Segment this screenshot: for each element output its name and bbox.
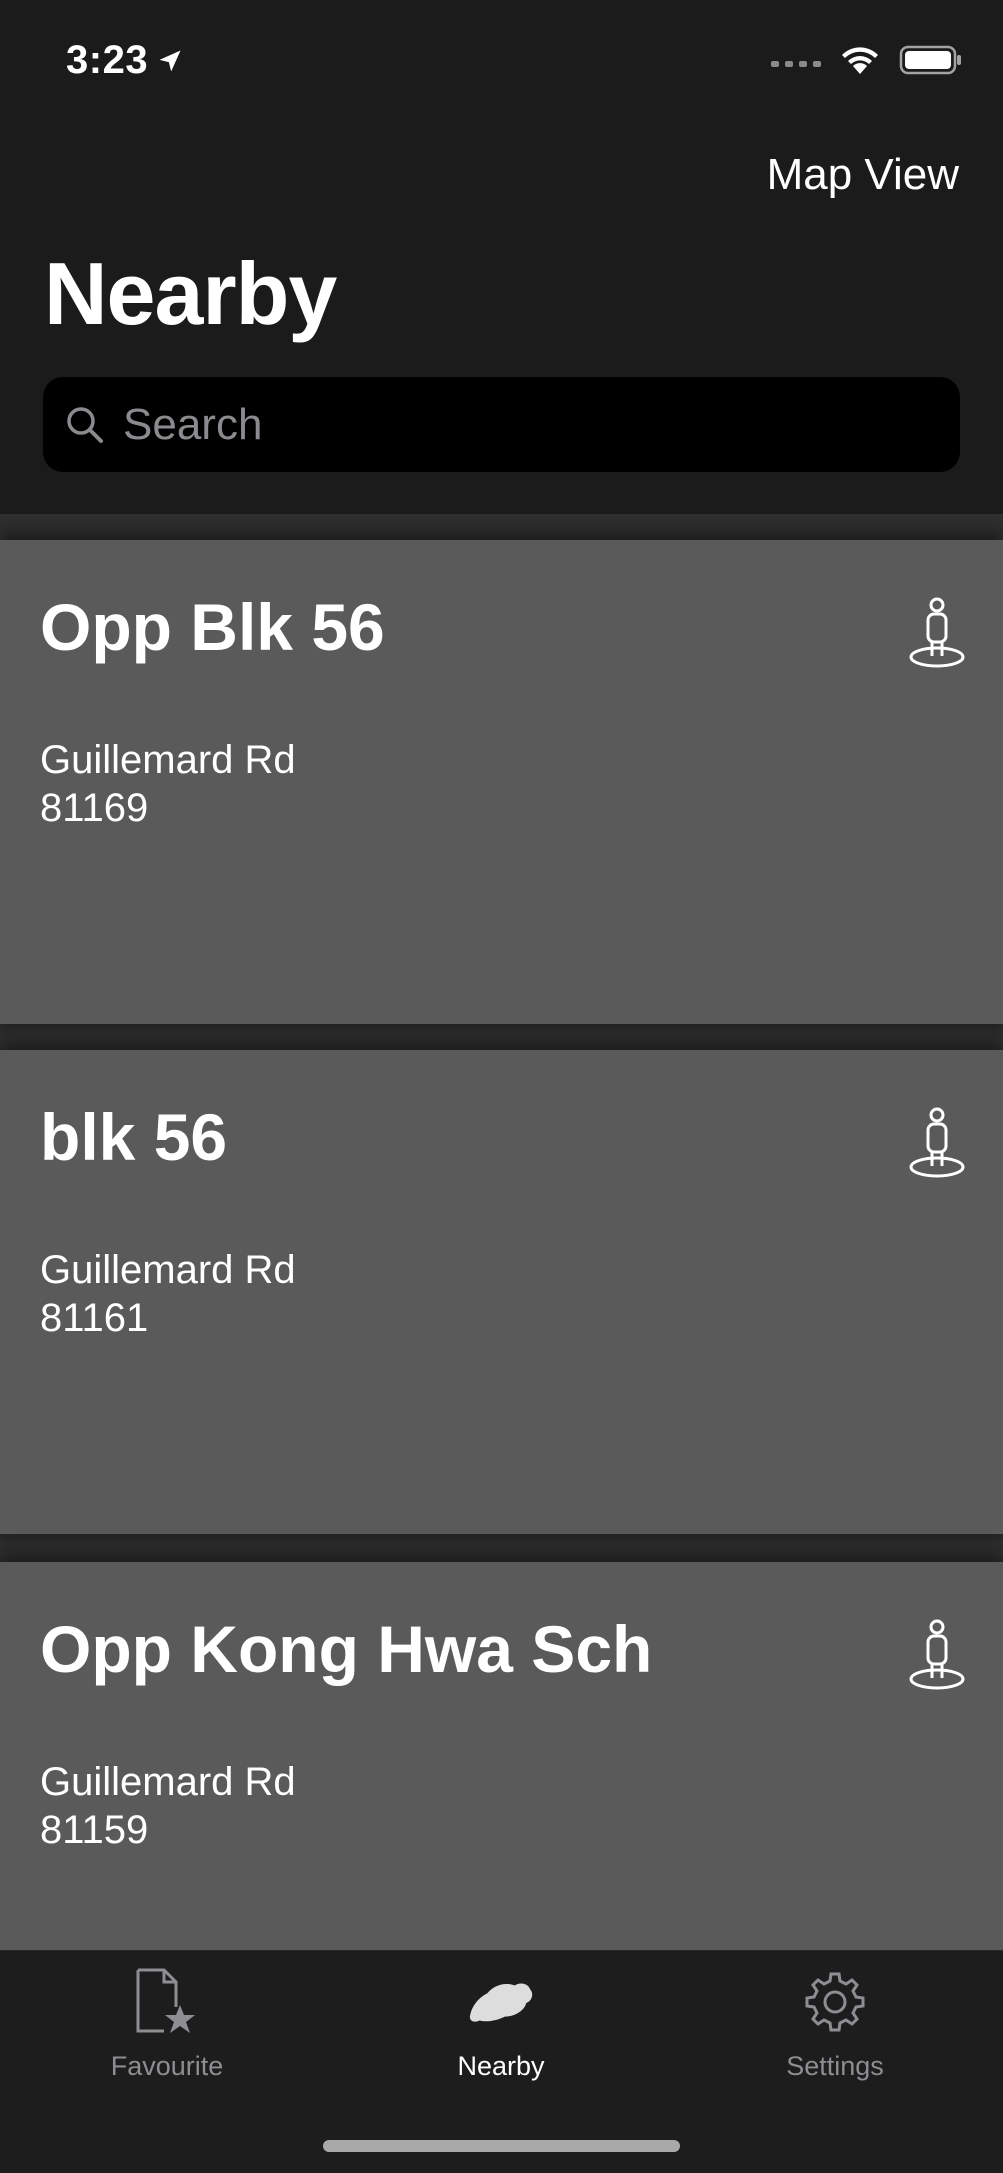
map-island-icon: [466, 1967, 536, 2037]
wifi-icon: [842, 47, 878, 74]
stop-card[interactable]: blk 56 Guillemard Rd 81161: [0, 1050, 1003, 1534]
status-bar: 3:23: [0, 0, 1003, 120]
search-placeholder: Search: [123, 399, 263, 449]
status-indicators: [771, 44, 963, 76]
walking-person-icon[interactable]: [907, 1106, 967, 1180]
stop-code: 81169: [40, 786, 149, 830]
status-time: 3:23: [66, 38, 149, 82]
tab-label: Favourite: [110, 2051, 224, 2081]
stop-card[interactable]: Opp Blk 56 Guillemard Rd 81169: [0, 540, 1003, 1024]
tab-settings[interactable]: Settings: [715, 1967, 955, 2097]
search-icon: [63, 403, 107, 447]
nearby-stops-list[interactable]: Opp Blk 56 Guillemard Rd 81169 blk 56 Gu…: [0, 514, 1003, 1950]
stop-card[interactable]: Opp Kong Hwa Sch Guillemard Rd 81159: [0, 1562, 1003, 1950]
tab-label: Settings: [786, 2051, 884, 2081]
stop-road: Guillemard Rd: [40, 738, 296, 782]
stop-code: 81159: [40, 1808, 149, 1852]
gear-icon: [800, 1967, 870, 2037]
page-title: Nearby: [44, 244, 337, 343]
stop-code: 81161: [40, 1296, 149, 1340]
stop-road: Guillemard Rd: [40, 1760, 296, 1804]
home-indicator[interactable]: [323, 2140, 680, 2152]
favourite-doc-star-icon: [132, 1967, 202, 2037]
search-input[interactable]: Search: [43, 377, 960, 472]
tab-label: Nearby: [457, 2051, 545, 2081]
walking-person-icon[interactable]: [907, 596, 967, 670]
battery-icon: [899, 45, 961, 75]
tab-favourite[interactable]: Favourite: [47, 1967, 287, 2097]
walking-person-icon[interactable]: [907, 1618, 967, 1692]
status-time-group: 3:23: [66, 38, 184, 83]
stop-name: blk 56: [40, 1100, 228, 1174]
stop-name: Opp Blk 56: [40, 590, 385, 664]
signal-dots-icon: [771, 61, 821, 67]
stop-road: Guillemard Rd: [40, 1248, 296, 1292]
map-view-button[interactable]: Map View: [767, 150, 959, 200]
stop-name: Opp Kong Hwa Sch: [40, 1612, 653, 1686]
location-arrow-icon: [159, 50, 181, 71]
tab-nearby[interactable]: Nearby: [381, 1967, 621, 2097]
